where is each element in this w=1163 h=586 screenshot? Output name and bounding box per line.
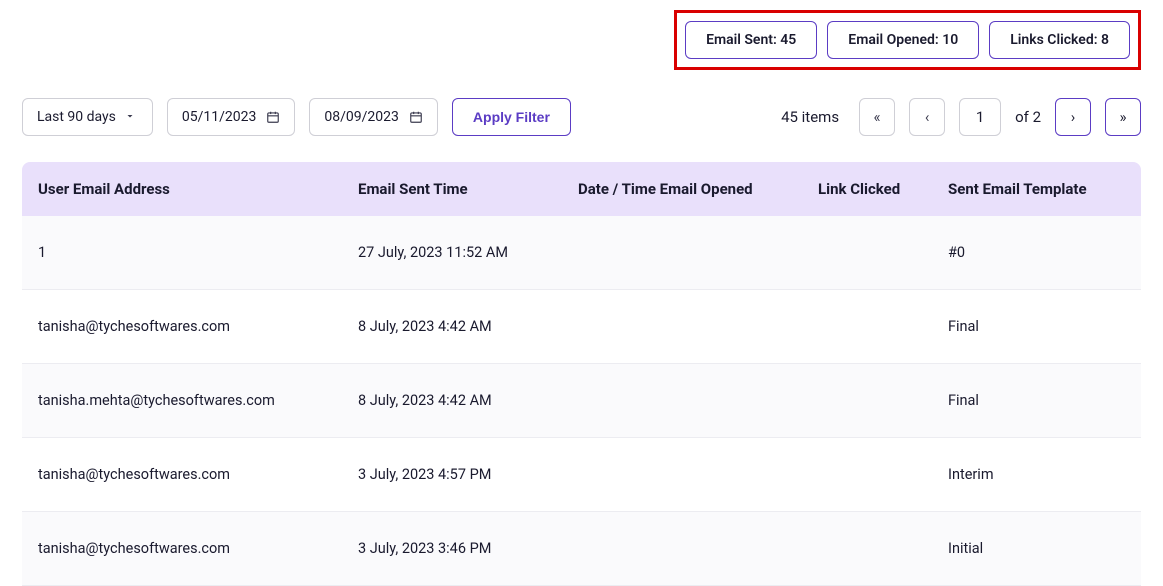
cell-template: Final	[932, 290, 1141, 364]
cell-link	[802, 438, 932, 512]
cell-sent: 8 July, 2023 4:42 AM	[342, 290, 562, 364]
cell-opened	[562, 290, 802, 364]
table-row: tanisha.mehta@tychesoftwares.com8 July, …	[22, 364, 1141, 438]
cell-sent: 3 July, 2023 4:57 PM	[342, 438, 562, 512]
calendar-icon	[409, 110, 423, 124]
stat-email-sent: Email Sent: 45	[685, 21, 817, 59]
table-row: tanisha@tychesoftwares.com8 July, 2023 4…	[22, 290, 1141, 364]
cell-email: tanisha@tychesoftwares.com	[22, 512, 342, 586]
cell-template: #0	[932, 216, 1141, 290]
cell-email: tanisha@tychesoftwares.com	[22, 438, 342, 512]
email-log-table: User Email Address Email Sent Time Date …	[22, 162, 1141, 586]
cell-template: Final	[932, 364, 1141, 438]
cell-sent: 27 July, 2023 11:52 AM	[342, 216, 562, 290]
cell-opened	[562, 512, 802, 586]
apply-filter-button[interactable]: Apply Filter	[452, 98, 571, 136]
items-count: 45 items	[781, 108, 839, 126]
cell-email: tanisha@tychesoftwares.com	[22, 290, 342, 364]
cell-email: 1	[22, 216, 342, 290]
cell-link	[802, 216, 932, 290]
cell-sent: 8 July, 2023 4:42 AM	[342, 364, 562, 438]
date-to-input[interactable]: 08/09/2023	[309, 98, 438, 136]
table-row: 127 July, 2023 11:52 AM #0	[22, 216, 1141, 290]
th-email-sent-time: Email Sent Time	[342, 162, 562, 216]
cell-opened	[562, 364, 802, 438]
date-from-value: 05/11/2023	[182, 109, 257, 125]
cell-opened	[562, 216, 802, 290]
table-header-row: User Email Address Email Sent Time Date …	[22, 162, 1141, 216]
table-row: tanisha@tychesoftwares.com3 July, 2023 3…	[22, 512, 1141, 586]
chevron-down-icon	[124, 110, 138, 124]
calendar-icon	[266, 110, 280, 124]
date-range-label: Last 90 days	[37, 109, 116, 125]
th-sent-template: Sent Email Template	[932, 162, 1141, 216]
date-range-dropdown[interactable]: Last 90 days	[22, 98, 153, 136]
pager-current-page[interactable]: 1	[959, 98, 1001, 136]
table-row: tanisha@tychesoftwares.com3 July, 2023 4…	[22, 438, 1141, 512]
date-to-value: 08/09/2023	[324, 109, 399, 125]
cell-template: Interim	[932, 438, 1141, 512]
cell-opened	[562, 438, 802, 512]
pager-prev-button[interactable]: ‹	[909, 98, 945, 136]
cell-link	[802, 364, 932, 438]
stat-links-clicked: Links Clicked: 8	[989, 21, 1130, 59]
stat-email-opened: Email Opened: 10	[827, 21, 979, 59]
cell-sent: 3 July, 2023 3:46 PM	[342, 512, 562, 586]
pager-next-button[interactable]: ›	[1055, 98, 1091, 136]
th-email-opened: Date / Time Email Opened	[562, 162, 802, 216]
cell-template: Initial	[932, 512, 1141, 586]
stats-highlight-box: Email Sent: 45 Email Opened: 10 Links Cl…	[674, 10, 1141, 70]
cell-email: tanisha.mehta@tychesoftwares.com	[22, 364, 342, 438]
cell-link	[802, 512, 932, 586]
th-user-email: User Email Address	[22, 162, 342, 216]
th-link-clicked: Link Clicked	[802, 162, 932, 216]
pager-last-button[interactable]: »	[1105, 98, 1141, 136]
date-from-input[interactable]: 05/11/2023	[167, 98, 296, 136]
cell-link	[802, 290, 932, 364]
controls-row: Last 90 days 05/11/2023 08/09/2023 Apply…	[22, 98, 1141, 136]
pager-first-button[interactable]: «	[859, 98, 895, 136]
pager-of-text: of 2	[1015, 108, 1041, 126]
